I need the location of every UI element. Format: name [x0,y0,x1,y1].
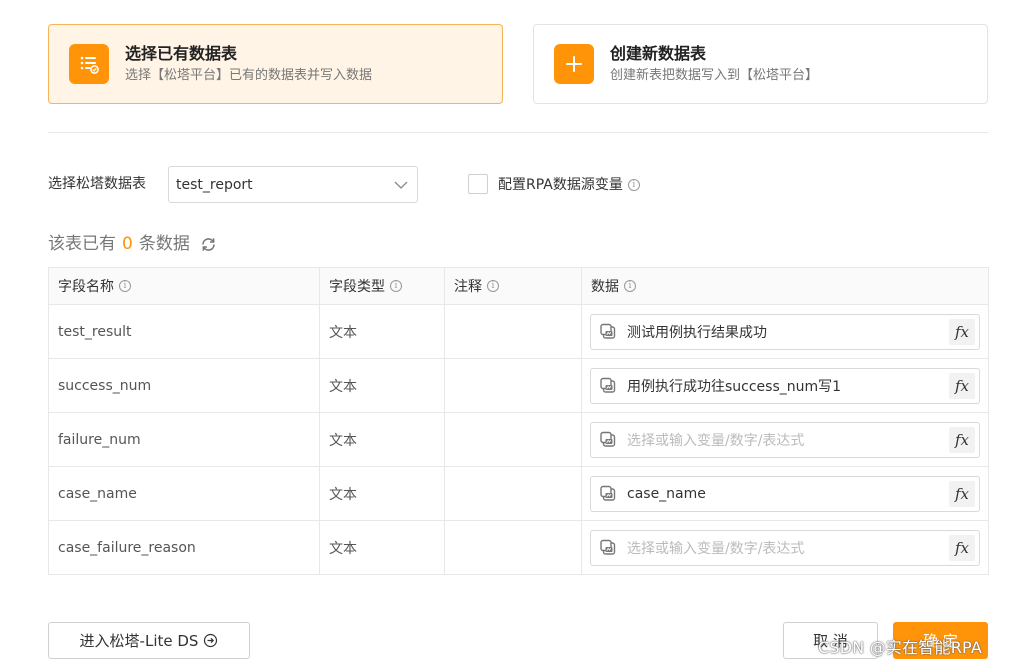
table-select-label: 选择松塔数据表 [48,176,146,192]
table-select-value: test_report [176,176,253,193]
card-description: 选择【松塔平台】已有的数据表并写入数据 [125,67,373,83]
variable-icon [600,377,618,395]
field-name: case_failure_reason [58,539,196,556]
cell-field-name: failure_num [48,412,320,467]
info-icon[interactable]: i [119,280,131,292]
header-label: 数据 [591,279,619,295]
variable-input-text: 测试用例执行结果成功 [627,324,767,341]
chevron-down-icon [394,181,408,189]
variable-input[interactable]: 用例执行成功往success_num写1 fx [590,367,980,404]
cell-field-name: case_name [48,466,320,521]
cell-data: 选择或输入变量/数字/表达式 fx [581,412,989,467]
field-name: case_name [58,485,137,502]
fx-button[interactable]: fx [949,372,975,399]
variable-icon [600,431,618,449]
cell-field-type: 文本 [319,412,445,467]
plus-icon [554,44,594,84]
table-row: failure_num 文本 选择或输入变量/数字/表达式 fx [48,412,989,467]
cell-data: 用例执行成功往success_num写1 fx [581,358,989,413]
cell-note [444,412,582,467]
info-icon[interactable]: i [390,280,402,292]
table-list-icon [69,44,109,84]
count-suffix: 条数据 [138,234,190,254]
cell-field-name: success_num [48,358,320,413]
cell-field-name: test_result [48,304,320,359]
header-data: 数据 i [581,267,989,305]
field-type: 文本 [329,486,357,503]
fx-button[interactable]: fx [949,318,975,345]
variable-input[interactable]: 选择或输入变量/数字/表达式 fx [590,529,980,566]
enter-lite-ds-label: 进入松塔-Lite DS [79,632,199,650]
table-row: case_name 文本 case_name fx [48,466,989,521]
variable-input[interactable]: case_name fx [590,475,980,512]
rpa-variable-label-text: 配置RPA数据源变量 [498,177,623,193]
count-prefix: 该表已有 [48,234,116,254]
header-label: 字段名称 [58,279,114,295]
variable-input[interactable]: 选择或输入变量/数字/表达式 fx [590,421,980,458]
cell-field-type: 文本 [319,358,445,413]
rpa-variable-label: 配置RPA数据源变量 i [498,175,640,195]
variable-input[interactable]: 测试用例执行结果成功 fx [590,313,980,350]
cell-field-type: 文本 [319,304,445,359]
field-type: 文本 [329,324,357,341]
fx-button[interactable]: fx [949,426,975,453]
cell-data: 测试用例执行结果成功 fx [581,304,989,359]
enter-lite-ds-button[interactable]: 进入松塔-Lite DS [48,622,250,659]
card-title: 选择已有数据表 [125,43,238,63]
card-description: 创建新表把数据写入到【松塔平台】 [610,67,819,83]
divider [48,132,988,133]
variable-input-text: 选择或输入变量/数字/表达式 [627,432,805,449]
variable-input-text: case_name [627,485,706,502]
info-icon[interactable]: i [624,280,636,292]
field-mapping-table: 字段名称 i 字段类型 i 注释 i 数据 i test_result 文本 测试用例执行结… [48,267,989,575]
cell-note [444,304,582,359]
field-name: failure_num [58,431,141,448]
cell-note [444,466,582,521]
cell-field-type: 文本 [319,520,445,575]
field-name: test_result [58,323,132,340]
fx-button[interactable]: fx [949,480,975,507]
rpa-variable-checkbox[interactable] [468,174,488,194]
card-create-new-table[interactable]: 创建新数据表 创建新表把数据写入到【松塔平台】 [533,24,988,104]
variable-input-text: 选择或输入变量/数字/表达式 [627,540,805,557]
info-icon[interactable]: i [487,280,499,292]
cell-data: case_name fx [581,466,989,521]
refresh-icon[interactable] [200,236,217,253]
header-label: 字段类型 [329,279,385,295]
variable-icon [600,323,618,341]
variable-icon [600,539,618,557]
card-title: 创建新数据表 [610,43,707,63]
table-row: case_failure_reason 文本 选择或输入变量/数字/表达式 fx [48,520,989,575]
table-header-row: 字段名称 i 字段类型 i 注释 i 数据 i [48,267,989,305]
row-count-line: 该表已有 0 条数据 [48,232,217,256]
arrow-right-circle-icon [204,633,218,648]
field-type: 文本 [329,432,357,449]
cell-data: 选择或输入变量/数字/表达式 fx [581,520,989,575]
header-label: 注释 [454,279,482,295]
info-icon[interactable]: i [627,179,640,191]
cell-field-type: 文本 [319,466,445,521]
field-type: 文本 [329,378,357,395]
header-field-type: 字段类型 i [319,267,445,305]
count-value: 0 [122,234,133,254]
card-select-existing-table[interactable]: 选择已有数据表 选择【松塔平台】已有的数据表并写入数据 [48,24,503,104]
table-row: success_num 文本 用例执行成功往success_num写1 fx [48,358,989,413]
variable-icon [600,485,618,503]
fx-button[interactable]: fx [949,534,975,561]
header-note: 注释 i [444,267,582,305]
cell-note [444,358,582,413]
table-row: test_result 文本 测试用例执行结果成功 fx [48,304,989,359]
cell-note [444,520,582,575]
header-field-name: 字段名称 i [48,267,320,305]
field-type: 文本 [329,540,357,557]
cell-field-name: case_failure_reason [48,520,320,575]
variable-input-text: 用例执行成功往success_num写1 [627,378,842,395]
watermark: CSDN @实在智能RPA [818,638,982,657]
field-name: success_num [58,377,152,394]
table-select[interactable]: test_report [168,166,418,203]
